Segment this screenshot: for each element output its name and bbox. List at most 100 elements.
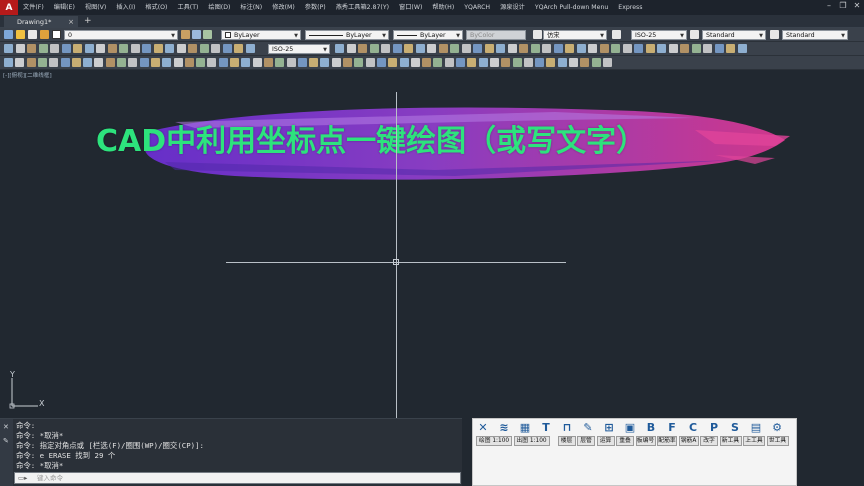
dimension-tool-icon[interactable] bbox=[188, 44, 197, 53]
draw-tool-icon[interactable] bbox=[173, 58, 183, 67]
draw-tool-icon[interactable] bbox=[512, 58, 522, 67]
minimize-button[interactable]: – bbox=[822, 0, 836, 12]
dimension-tool-icon[interactable] bbox=[404, 44, 413, 53]
command-window-handle[interactable]: ✕ ✎ bbox=[0, 419, 13, 486]
menu-item[interactable]: YQARCH bbox=[459, 0, 495, 15]
plugin-button[interactable]: 运算 bbox=[596, 436, 615, 446]
text-style-combo[interactable]: 仿宋 ▼ bbox=[543, 30, 607, 40]
draw-tool-icon[interactable] bbox=[456, 58, 465, 67]
plugin-button[interactable]: 世工具 bbox=[766, 436, 789, 446]
draw-tool-icon[interactable] bbox=[71, 58, 81, 67]
dimension-tool-icon[interactable] bbox=[27, 44, 36, 53]
layer-lock-icon[interactable] bbox=[40, 30, 49, 39]
dimension-tool-icon[interactable] bbox=[588, 44, 597, 53]
plugin-button[interactable]: 楼层 bbox=[557, 436, 576, 446]
plugin-button[interactable]: 上工具 bbox=[743, 436, 765, 446]
dimension-tool-icon[interactable] bbox=[542, 44, 551, 53]
draw-tool-icon[interactable] bbox=[489, 58, 499, 67]
close-icon[interactable]: ✕ bbox=[3, 423, 9, 431]
draw-tool-icon[interactable] bbox=[252, 58, 262, 67]
dimension-tool-icon[interactable] bbox=[199, 44, 209, 53]
layer-freeze-icon[interactable] bbox=[28, 30, 37, 39]
close-button[interactable]: ✕ bbox=[850, 0, 864, 12]
plugin-button[interactable]: 出图 1:100 bbox=[513, 436, 550, 446]
dimension-tool-icon[interactable] bbox=[599, 44, 609, 53]
dimension-tool-icon[interactable] bbox=[473, 44, 482, 53]
plugin-tool-icon[interactable]: ≋ bbox=[497, 421, 511, 434]
draw-tool-icon[interactable] bbox=[535, 58, 545, 67]
table-style-icon[interactable] bbox=[690, 30, 699, 39]
table-style-combo[interactable]: Standard ▼ bbox=[702, 30, 766, 40]
plugin-tool-icon[interactable]: ✎ bbox=[581, 421, 595, 434]
dimension-tool-icon[interactable] bbox=[680, 44, 689, 53]
dim-style-icon[interactable] bbox=[612, 30, 621, 39]
draw-tool-icon[interactable] bbox=[49, 58, 59, 67]
dimension-tool-icon[interactable] bbox=[38, 44, 48, 53]
dimension-tool-icon[interactable] bbox=[165, 44, 174, 53]
draw-tool-icon[interactable] bbox=[309, 58, 319, 67]
dimension-tool-icon[interactable] bbox=[107, 44, 117, 53]
plugin-tool-icon[interactable]: ▤ bbox=[749, 421, 763, 434]
dimension-tool-icon[interactable] bbox=[142, 44, 151, 53]
draw-tool-icon[interactable] bbox=[422, 58, 432, 67]
dimension-tool-icon[interactable] bbox=[737, 44, 747, 53]
menu-item[interactable]: 标注(N) bbox=[235, 0, 267, 15]
plugin-tool-icon[interactable]: T bbox=[539, 421, 553, 434]
viewport-label[interactable]: [-][俯视][二维线框] bbox=[3, 71, 52, 79]
draw-tool-icon[interactable] bbox=[546, 58, 556, 67]
draw-tool-icon[interactable] bbox=[83, 58, 93, 67]
draw-tool-icon[interactable] bbox=[343, 58, 352, 67]
dimension-tool-icon[interactable] bbox=[222, 44, 232, 53]
linetype-combo[interactable]: ByLayer ▼ bbox=[305, 30, 389, 40]
dimension-tool-icon[interactable] bbox=[392, 44, 402, 53]
new-tab-button[interactable]: + bbox=[84, 15, 92, 28]
draw-tool-icon[interactable] bbox=[331, 58, 341, 67]
draw-tool-icon[interactable] bbox=[297, 58, 307, 67]
text-style-icon[interactable] bbox=[533, 30, 542, 39]
menu-item[interactable]: 绘图(D) bbox=[203, 0, 235, 15]
plugin-button[interactable]: 改字 bbox=[700, 436, 718, 446]
draw-tool-icon[interactable] bbox=[444, 58, 454, 67]
dimension-tool-icon[interactable] bbox=[4, 44, 13, 53]
dimension-tool-icon[interactable] bbox=[611, 44, 620, 53]
plugin-button[interactable]: 层管 bbox=[577, 436, 595, 446]
draw-tool-icon[interactable] bbox=[286, 58, 296, 67]
dimension-tool-icon[interactable] bbox=[84, 44, 94, 53]
draw-tool-icon[interactable] bbox=[433, 58, 443, 67]
draw-tool-icon[interactable] bbox=[230, 58, 239, 67]
menu-item[interactable]: 窗口(W) bbox=[394, 0, 427, 15]
menu-item[interactable]: 视图(V) bbox=[80, 0, 111, 15]
tab-drawing1[interactable]: Drawing1* × bbox=[4, 16, 78, 28]
plugin-tool-icon[interactable]: ✕ bbox=[476, 421, 490, 434]
plugin-tool-icon[interactable]: ⊞ bbox=[602, 421, 616, 434]
menu-item[interactable]: 修改(M) bbox=[267, 0, 300, 15]
dim-style-combo[interactable]: ISO-25 ▼ bbox=[631, 30, 687, 40]
dimension-tool-icon[interactable] bbox=[176, 44, 186, 53]
layer-manager-icon[interactable] bbox=[4, 30, 13, 39]
plugin-tool-icon[interactable]: B bbox=[644, 421, 658, 434]
draw-tool-icon[interactable] bbox=[150, 58, 160, 67]
draw-tool-icon[interactable] bbox=[128, 58, 138, 67]
draw-tool-icon[interactable] bbox=[37, 58, 47, 67]
dimension-tool-icon[interactable] bbox=[415, 44, 425, 53]
plugin-tool-icon[interactable]: ⊓ bbox=[560, 421, 574, 434]
dimension-tool-icon[interactable] bbox=[96, 44, 105, 53]
dimension-tool-icon[interactable] bbox=[634, 44, 643, 53]
dimension-tool-icon[interactable] bbox=[553, 44, 563, 53]
plugin-button[interactable]: 配筋率 bbox=[657, 436, 677, 446]
dimension-tool-icon[interactable] bbox=[668, 44, 678, 53]
restore-button[interactable]: ❐ bbox=[836, 0, 850, 12]
draw-tool-icon[interactable] bbox=[399, 58, 409, 67]
layer-on-icon[interactable] bbox=[16, 30, 25, 39]
menu-item[interactable]: YQArch Pull-down Menu bbox=[530, 0, 613, 15]
draw-tool-icon[interactable] bbox=[184, 58, 194, 67]
plugin-button[interactable]: 钢筋A bbox=[678, 436, 699, 446]
mleader-style-icon[interactable] bbox=[770, 30, 779, 39]
draw-tool-icon[interactable] bbox=[478, 58, 488, 67]
draw-tool-icon[interactable] bbox=[410, 58, 420, 67]
dimension-tool-icon[interactable] bbox=[484, 44, 494, 53]
mleader-style-combo[interactable]: Standard ▼ bbox=[782, 30, 848, 40]
menu-item[interactable]: 源泉设计 bbox=[495, 0, 530, 15]
dimension-tool-icon[interactable] bbox=[703, 44, 712, 53]
plugin-button[interactable]: 新工具 bbox=[719, 436, 742, 446]
